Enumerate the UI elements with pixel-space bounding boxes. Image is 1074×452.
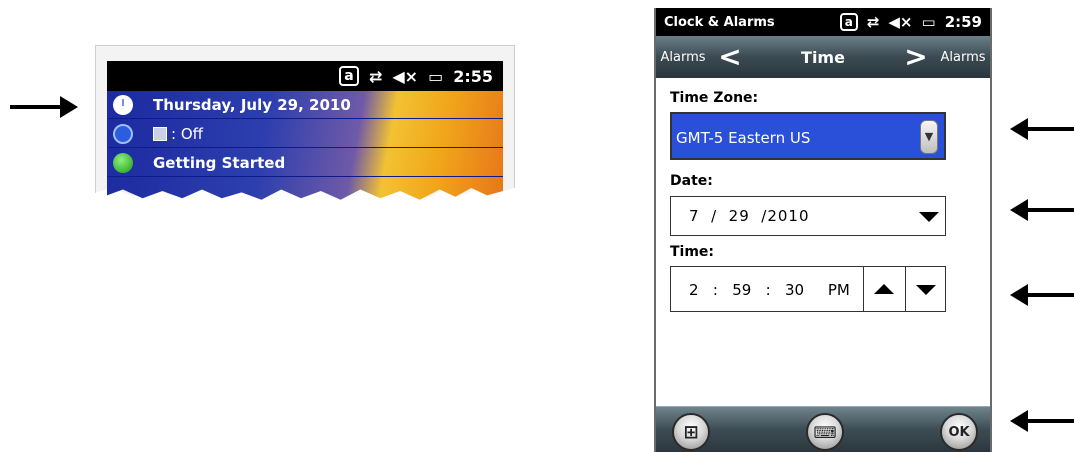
wireless-row[interactable]: : Off — [107, 120, 503, 148]
battery-icon: ▭ — [921, 13, 936, 31]
callout-arrow-date — [1010, 199, 1074, 221]
home-screen-clipping: a ⇄ ◀× ▭ 2:55 Thursday, July 29, 2010 : … — [95, 45, 515, 215]
windows-icon: ⊞ — [683, 421, 699, 443]
bottom-bar: ⊞ ⌨ OK — [656, 406, 990, 452]
callout-arrow-time — [1010, 284, 1074, 306]
callout-arrow-right — [10, 96, 78, 118]
callout-arrow-time-zone — [1010, 118, 1074, 140]
date-value: 7 / 29 /2010 — [689, 207, 810, 225]
date-label: Date: — [670, 173, 713, 189]
divider — [905, 267, 906, 311]
start-button[interactable]: ⊞ — [672, 413, 710, 451]
time-zone-select[interactable]: GMT-5 Eastern US ▼ — [670, 112, 946, 160]
ok-label: OK — [948, 424, 970, 440]
speaker-muted-icon: ◀× — [392, 66, 419, 86]
battery-icon: ▭ — [428, 66, 444, 86]
sync-arrows-icon: ⇄ — [368, 66, 383, 86]
wireless-status: : Off — [171, 124, 203, 143]
dropdown-button[interactable]: ▼ — [920, 120, 938, 154]
time-picker[interactable]: 2 : 59 : 30 PM — [670, 266, 946, 312]
tab-alarms-prev[interactable]: Alarms — [656, 50, 710, 65]
status-bar: a ⇄ ◀× ▭ 2:55 — [107, 61, 503, 91]
getting-started-label: Getting Started — [153, 153, 286, 172]
getting-started-row[interactable]: Getting Started — [107, 149, 503, 177]
wireless-icon — [113, 123, 133, 144]
time-down-icon[interactable] — [916, 285, 936, 295]
tab-bar: Alarms < Time > Alarms — [656, 36, 990, 78]
clock-icon — [113, 94, 133, 115]
keyboard-icon: ⌨ — [813, 422, 837, 442]
status-time: 2:55 — [453, 66, 493, 86]
chevron-down-icon[interactable] — [919, 212, 939, 222]
today-screen: Thursday, July 29, 2010 : Off Getting St… — [107, 91, 503, 200]
time-zone-label: Time Zone: — [670, 90, 759, 106]
status-bar: Clock & Alarms a ⇄ ◀× ▭ 2:59 — [656, 8, 990, 36]
time-value: 2 : 59 : 30 PM — [689, 281, 850, 299]
callout-arrow-ok — [1010, 410, 1074, 432]
time-zone-value: GMT-5 Eastern US — [676, 129, 811, 147]
keyboard-button[interactable]: ⌨ — [806, 413, 844, 451]
speaker-muted-icon: ◀× — [888, 13, 913, 31]
tab-alarms-next[interactable]: Alarms — [936, 50, 990, 65]
sync-arrows-icon: ⇄ — [866, 13, 880, 31]
today-date-row[interactable]: Thursday, July 29, 2010 — [107, 91, 503, 119]
divider — [863, 267, 864, 311]
home-screen: a ⇄ ◀× ▭ 2:55 Thursday, July 29, 2010 : … — [107, 61, 503, 200]
chevron-right-icon[interactable]: > — [896, 42, 936, 72]
bluetooth-icon — [153, 126, 167, 141]
status-time: 2:59 — [944, 13, 982, 31]
today-date: Thursday, July 29, 2010 — [153, 95, 351, 114]
app-title: Clock & Alarms — [664, 14, 775, 30]
date-picker[interactable]: 7 / 29 /2010 — [670, 196, 946, 236]
ok-button[interactable]: OK — [940, 413, 978, 451]
tab-time[interactable]: Time — [750, 48, 896, 67]
time-up-icon[interactable] — [874, 284, 894, 294]
time-label: Time: — [670, 244, 715, 260]
chevron-left-icon[interactable]: < — [710, 42, 750, 72]
clock-alarms-screen: Clock & Alarms a ⇄ ◀× ▭ 2:59 Alarms < Ti… — [654, 8, 992, 452]
a-icon: a — [338, 66, 359, 86]
getting-started-icon — [113, 152, 133, 173]
a-icon: a — [839, 13, 858, 31]
